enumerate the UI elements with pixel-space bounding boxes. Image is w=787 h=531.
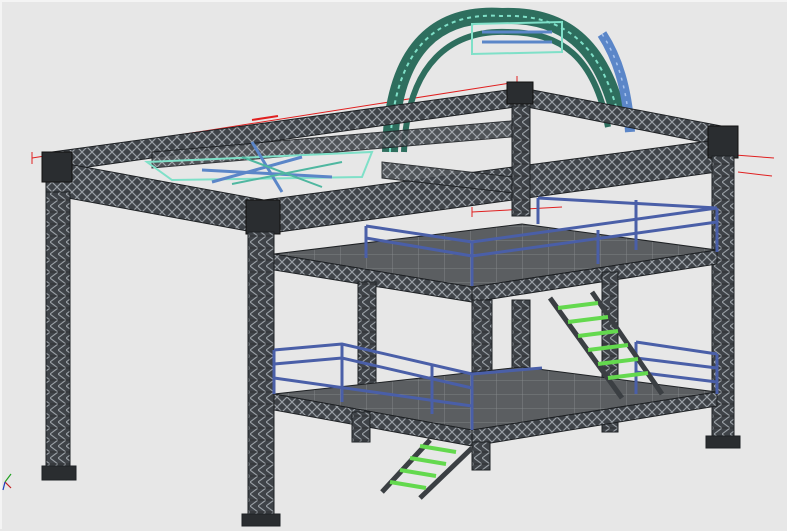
lower-deck [273,366,718,471]
lower-stairs [380,438,474,500]
upper-deck [273,223,718,303]
stage-truss-model [2,7,775,527]
left-tower [41,191,77,481]
cad-viewport[interactable] [0,0,787,529]
rear-tower [511,105,531,217]
axis-triad-icon [2,473,12,491]
